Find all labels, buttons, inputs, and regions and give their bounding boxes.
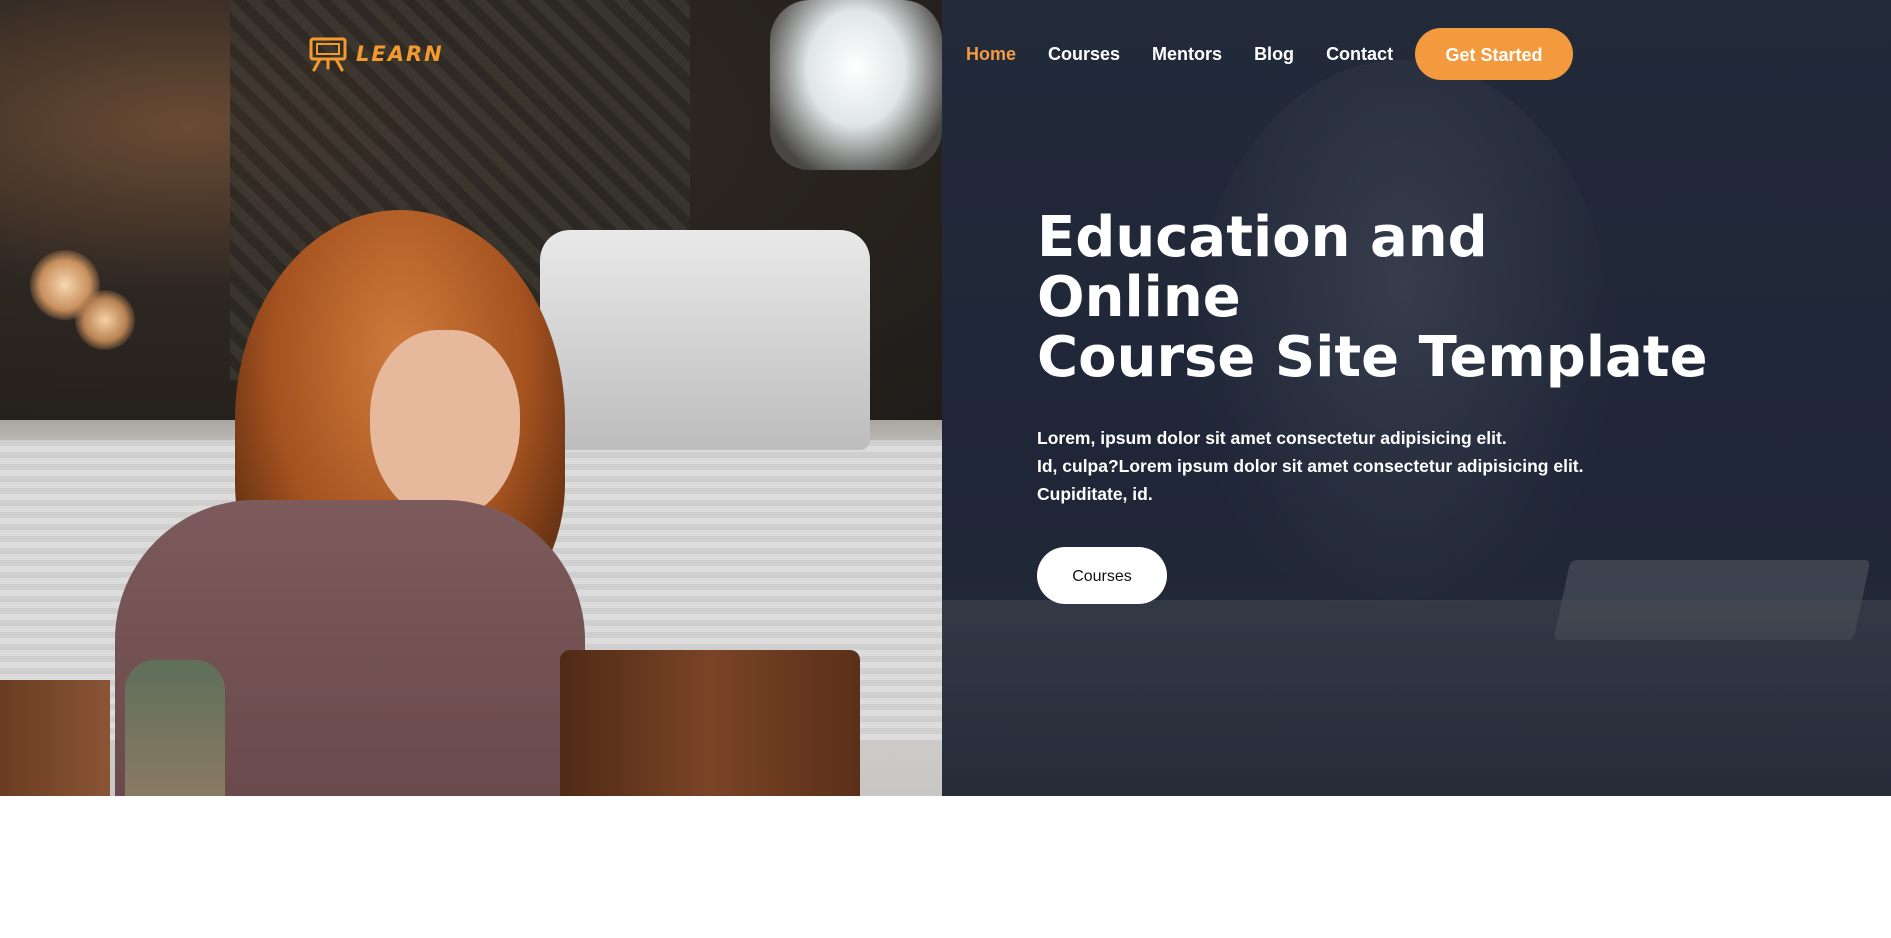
nav-item-mentors[interactable]: Mentors [1152, 28, 1222, 80]
photo-woman-face [370, 330, 520, 520]
easel-board-icon [309, 37, 347, 72]
photo-chair [0, 680, 110, 796]
photo-lamp [75, 290, 135, 350]
get-started-button[interactable]: Get Started [1415, 28, 1573, 80]
photo-neon-sign [770, 0, 942, 170]
courses-button[interactable]: Courses [1037, 547, 1167, 604]
hero-dark-panel [942, 0, 1891, 796]
hero-description: Lorem, ipsum dolor sit amet consectetur … [1037, 424, 1657, 508]
logo-text: LEARN [356, 42, 444, 66]
main-nav: Home Courses Mentors Blog Contact [966, 28, 1425, 80]
photo-woman-arm [125, 660, 225, 796]
photo-chair [560, 650, 860, 796]
hero-description-line: Lorem, ipsum dolor sit amet consectetur … [1037, 428, 1507, 448]
site-logo[interactable]: LEARN [308, 36, 444, 72]
hero-headline-line: Online [1037, 265, 1241, 330]
nav-item-blog[interactable]: Blog [1254, 28, 1294, 80]
hero-section: LEARN Home Courses Mentors Blog Contact … [0, 0, 1891, 796]
nav-item-contact[interactable]: Contact [1326, 28, 1393, 80]
panel-background-desk [942, 600, 1891, 796]
hero-headline-line: Education and [1037, 205, 1488, 270]
hero-description-line: Cupiditate, id. [1037, 484, 1153, 504]
hero-photo-woman-smiling [0, 0, 942, 796]
hero-description-line: Id, culpa?Lorem ipsum dolor sit amet con… [1037, 456, 1584, 476]
nav-item-home[interactable]: Home [966, 28, 1016, 80]
nav-item-courses[interactable]: Courses [1048, 28, 1120, 80]
hero-headline: Education and Online Course Site Templat… [1037, 208, 1737, 388]
hero-headline-line: Course Site Template [1037, 325, 1708, 390]
photo-espresso-machine [540, 230, 870, 450]
